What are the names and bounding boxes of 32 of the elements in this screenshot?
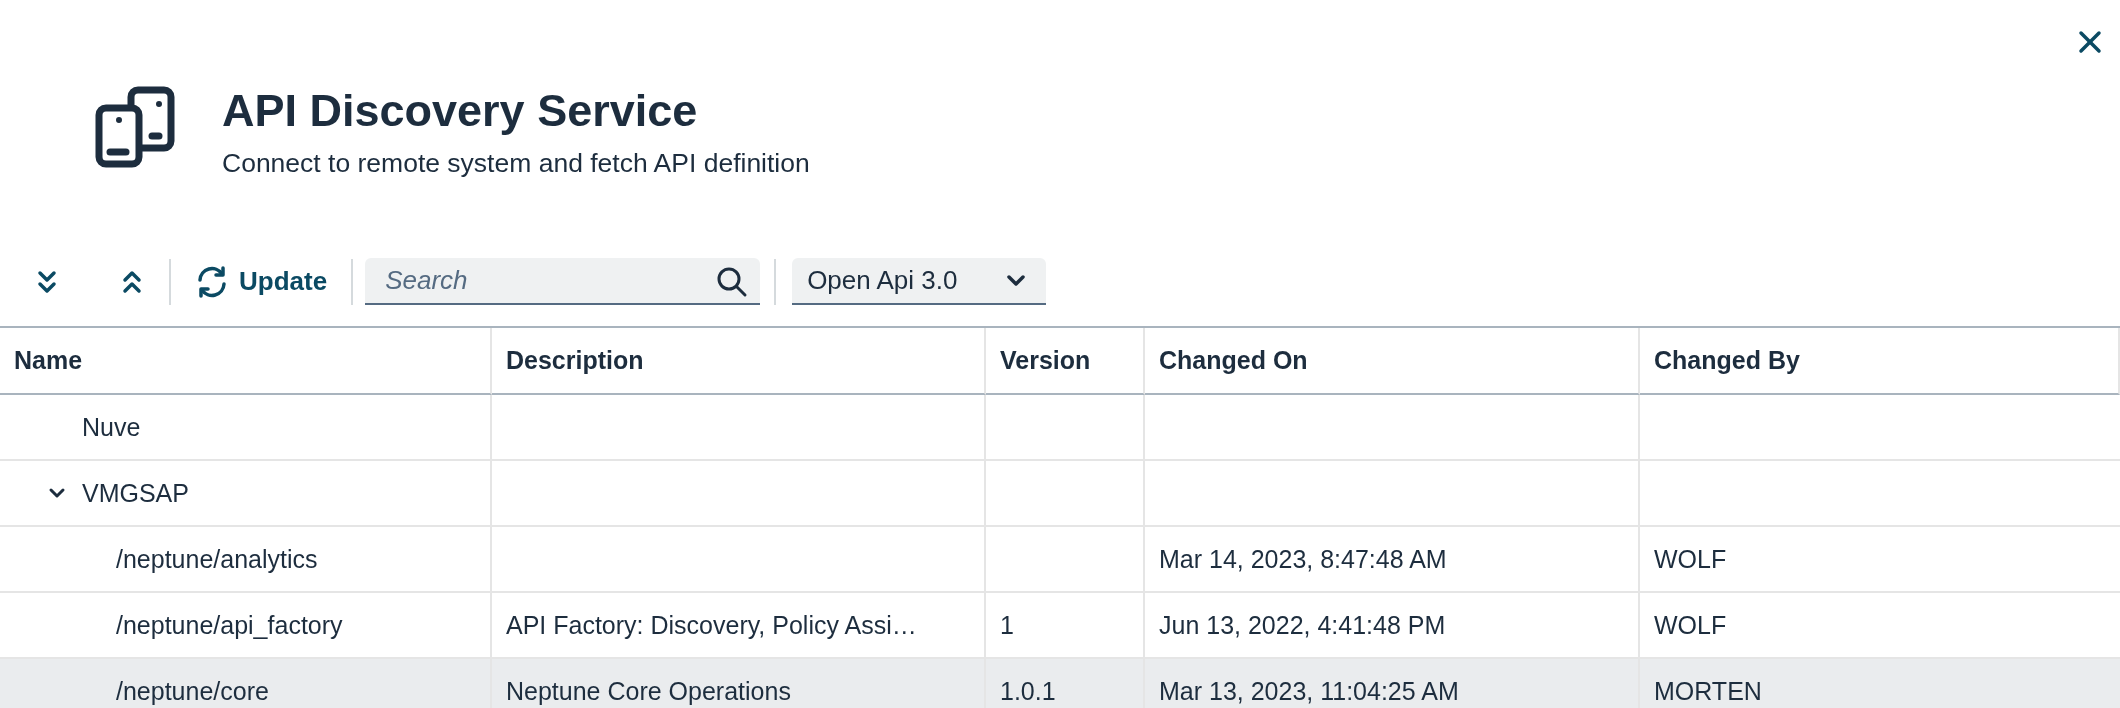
dialog-title: API Discovery Service [222, 86, 699, 136]
mobile-devices-icon [95, 86, 175, 168]
row-name: /neptune/analytics [116, 544, 318, 574]
tree-row-cell[interactable]: /neptune/core [0, 659, 492, 708]
search-field[interactable]: Search [365, 258, 761, 305]
column-header[interactable]: Version [986, 328, 1145, 395]
table-cell: Neptune Core Operations [492, 659, 986, 708]
format-dropdown[interactable]: Open Api 3.0 [792, 258, 1047, 305]
tree-row-cell[interactable]: /neptune/analytics [0, 527, 492, 593]
column-header[interactable]: Name [0, 328, 492, 395]
dialog-subtitle: Connect to remote system and fetch API definition [222, 148, 810, 178]
column-header[interactable]: Changed On [1145, 328, 1640, 395]
update-button[interactable]: Update [183, 256, 340, 307]
double-chevron-up-icon [122, 268, 142, 295]
table-cell: 1.0.1 [986, 659, 1145, 708]
tree-row-cell[interactable]: VMGSAP [0, 461, 492, 527]
row-name: VMGSAP [82, 478, 189, 508]
row-name: Nuve [82, 412, 141, 442]
column-header[interactable]: Changed By [1640, 328, 2120, 395]
table-cell: WOLF [1640, 527, 2120, 593]
row-name: /neptune/core [116, 676, 269, 706]
column-header[interactable]: Description [492, 328, 986, 395]
table-cell: Mar 13, 2023, 11:04:25 AM [1145, 659, 1640, 708]
chevron-down-icon [1006, 273, 1027, 288]
table-cell: Mar 14, 2023, 8:47:48 AM [1145, 527, 1640, 593]
table-cell: MORTEN [1640, 659, 2120, 708]
double-chevron-down-icon [37, 268, 57, 295]
close-icon [2078, 30, 2102, 54]
row-name: /neptune/api_factory [116, 610, 343, 640]
refresh-icon [195, 264, 229, 299]
tree-row-cell[interactable]: Nuve [0, 395, 492, 461]
search-icon [716, 266, 749, 298]
